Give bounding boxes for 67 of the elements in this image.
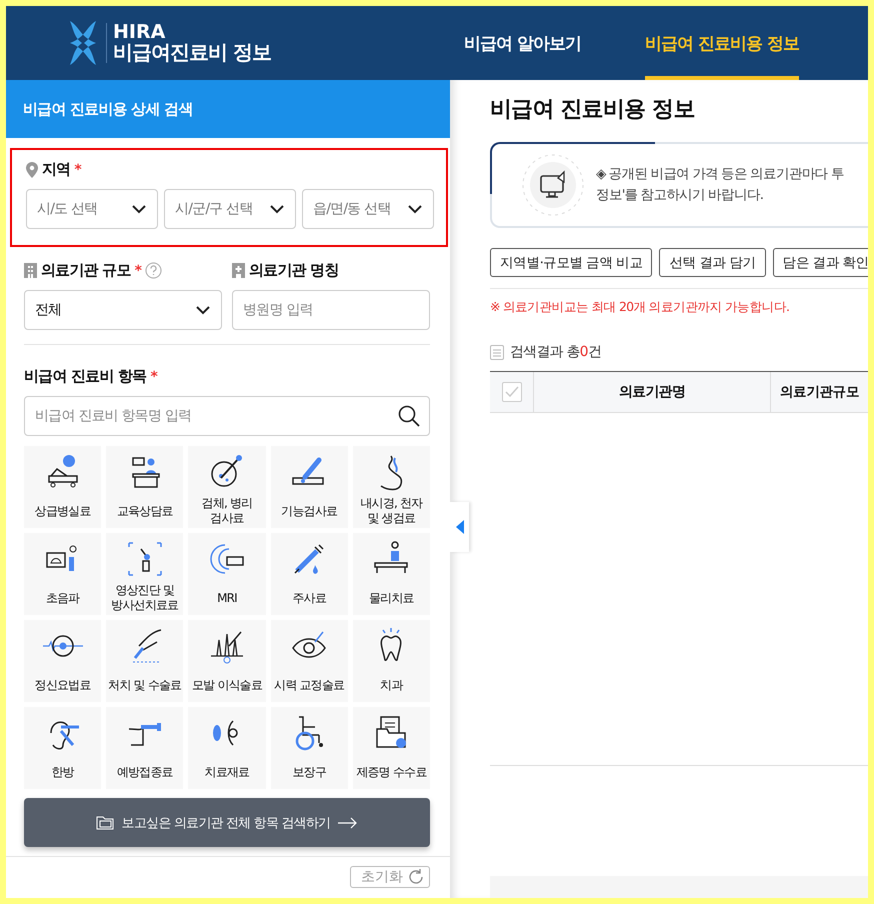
category-tile[interactable]: 초음파: [24, 533, 102, 615]
caret-icon: [456, 520, 464, 534]
category-tile[interactable]: 보장구: [270, 707, 348, 789]
required-mark: *: [74, 162, 81, 178]
category-tile[interactable]: 내시경, 천자 및 생검료: [352, 446, 430, 528]
refresh-icon: [407, 868, 425, 886]
limit-note: ※ 의료기관비교는 최대 20개 의료기관까지 가능합니다.: [490, 299, 790, 316]
category-tile[interactable]: 모발 이식술료: [188, 620, 266, 702]
category-tile[interactable]: 한방: [24, 707, 102, 789]
logo-icon: [68, 19, 98, 67]
category-tile[interactable]: 기능검사료: [270, 446, 348, 528]
field-label: 지역: [42, 160, 70, 179]
action-button[interactable]: 선택 결과 담기: [659, 248, 766, 277]
category-tile[interactable]: 예방접종료: [106, 707, 184, 789]
category-tile[interactable]: 처치 및 수술료: [106, 620, 184, 702]
category-tile[interactable]: 물리치료: [352, 533, 430, 615]
category-tile[interactable]: 상급병실료: [24, 446, 102, 528]
help-icon[interactable]: [145, 262, 162, 279]
category-tile[interactable]: 시력 교정술료: [270, 620, 348, 702]
chevron-icon: [269, 204, 285, 214]
dropdown[interactable]: 시/군/구 선택: [164, 189, 296, 229]
collapse-button[interactable]: [450, 502, 469, 552]
panel-title: 비급여 진료비용 상세 검색: [6, 80, 450, 138]
size-dropdown[interactable]: 전체: [24, 290, 222, 330]
category-tile[interactable]: 주사료: [270, 533, 348, 615]
category-tile[interactable]: 검체, 병리 검사료: [188, 446, 266, 528]
category-tile[interactable]: 영상진단 및 방사선치료료: [106, 533, 184, 615]
list-icon: [490, 344, 504, 360]
notice-text: 정보'를 참고하시기 바랍니다.: [596, 186, 764, 205]
category-tile[interactable]: MRI: [188, 533, 266, 615]
field-label: 의료기관 규모: [41, 261, 131, 280]
category-tile[interactable]: 제증명 수수료: [352, 707, 430, 789]
category-tile[interactable]: 치료재료: [188, 707, 266, 789]
building-icon: [24, 263, 37, 278]
chevron-icon: [407, 204, 423, 214]
location-pin-icon: [26, 162, 38, 178]
hospital-icon: [232, 263, 245, 278]
dropdown[interactable]: 읍/면/동 선택: [302, 189, 434, 229]
checkmark-icon: [504, 386, 518, 398]
column-header: 의료기관명: [534, 372, 771, 412]
action-button[interactable]: 담은 결과 확인: [772, 248, 868, 277]
notice-text: ◈ 공개된 비급여 가격 등은 의료기관마다 투: [596, 165, 844, 184]
logo-title: HIRA: [113, 22, 166, 42]
result-count: 검색결과 총0건: [510, 343, 601, 361]
arrow-right-icon: [338, 816, 358, 828]
required-mark: *: [134, 262, 142, 278]
search-all-button[interactable]: 보고싶은 의료기관 전체 항목 검색하기: [24, 798, 430, 847]
category-tile[interactable]: 교육상담료: [106, 446, 184, 528]
search-field[interactable]: 비급여 진료비 항목명 입력: [24, 396, 430, 436]
page-title: 비급여 진료비용 정보: [490, 96, 696, 124]
name-input[interactable]: 병원명 입력: [232, 290, 430, 330]
column-header: 의료기관규모: [778, 383, 860, 402]
field-label: 의료기관 명칭: [249, 261, 339, 280]
chevron-icon: [131, 204, 147, 214]
logo-subtitle: 비급여진료비 정보: [113, 42, 271, 64]
select-all-checkbox[interactable]: [502, 382, 522, 402]
dropdown[interactable]: 시/도 선택: [26, 189, 158, 229]
folder-icon: [96, 816, 114, 830]
action-button[interactable]: 지역별·규모별 금액 비교: [490, 248, 652, 277]
required-mark: *: [150, 368, 157, 384]
chevron-icon: [195, 305, 211, 315]
search-icon[interactable]: [398, 405, 420, 427]
field-label: 비급여 진료비 항목: [24, 367, 146, 386]
nav-tab[interactable]: 비급여 알아보기: [464, 6, 581, 80]
category-tile[interactable]: 치과: [352, 620, 430, 702]
category-tile[interactable]: 정신요법료: [24, 620, 102, 702]
monitor-megaphone-icon: [522, 154, 584, 216]
